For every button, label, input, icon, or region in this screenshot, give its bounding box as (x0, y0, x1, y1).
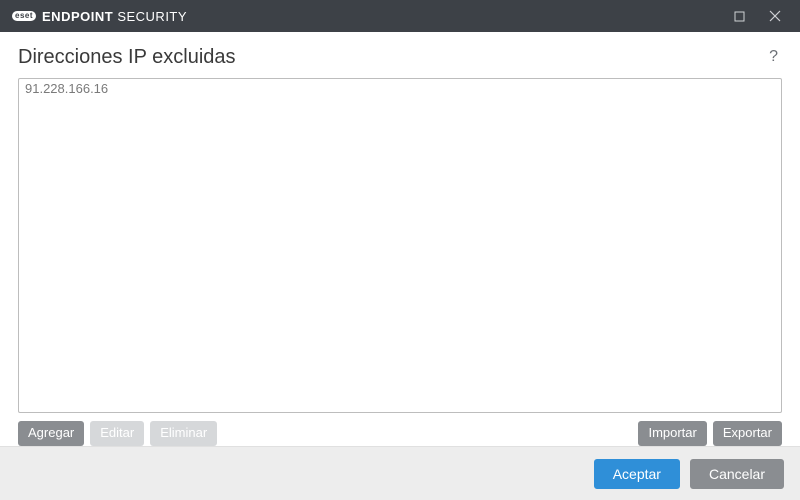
footer: Aceptar Cancelar (0, 446, 800, 500)
list-item[interactable]: 91.228.166.16 (19, 79, 781, 98)
edit-button: Editar (90, 421, 144, 446)
page-title: Direcciones IP excluidas (18, 46, 236, 69)
header-row: Direcciones IP excluidas ? (18, 44, 782, 70)
list-toolbar: Agregar Editar Eliminar Importar Exporta… (18, 421, 782, 446)
titlebar: eset ENDPOINT SECURITY (0, 0, 800, 32)
maximize-button[interactable] (722, 2, 756, 30)
content-area: Direcciones IP excluidas ? 91.228.166.16… (0, 32, 800, 446)
accept-button[interactable]: Aceptar (594, 459, 680, 489)
import-button[interactable]: Importar (638, 421, 706, 446)
delete-button: Eliminar (150, 421, 217, 446)
brand-name-bold: ENDPOINT (42, 9, 113, 24)
brand-name-light: SECURITY (117, 9, 187, 24)
brand-logo: eset (12, 11, 36, 21)
export-button[interactable]: Exportar (713, 421, 782, 446)
brand: eset ENDPOINT SECURITY (12, 9, 187, 24)
add-button[interactable]: Agregar (18, 421, 84, 446)
window-controls (722, 2, 792, 30)
excluded-ip-listbox[interactable]: 91.228.166.16 (18, 78, 782, 413)
help-icon[interactable]: ? (765, 44, 782, 70)
close-button[interactable] (758, 2, 792, 30)
cancel-button[interactable]: Cancelar (690, 459, 784, 489)
